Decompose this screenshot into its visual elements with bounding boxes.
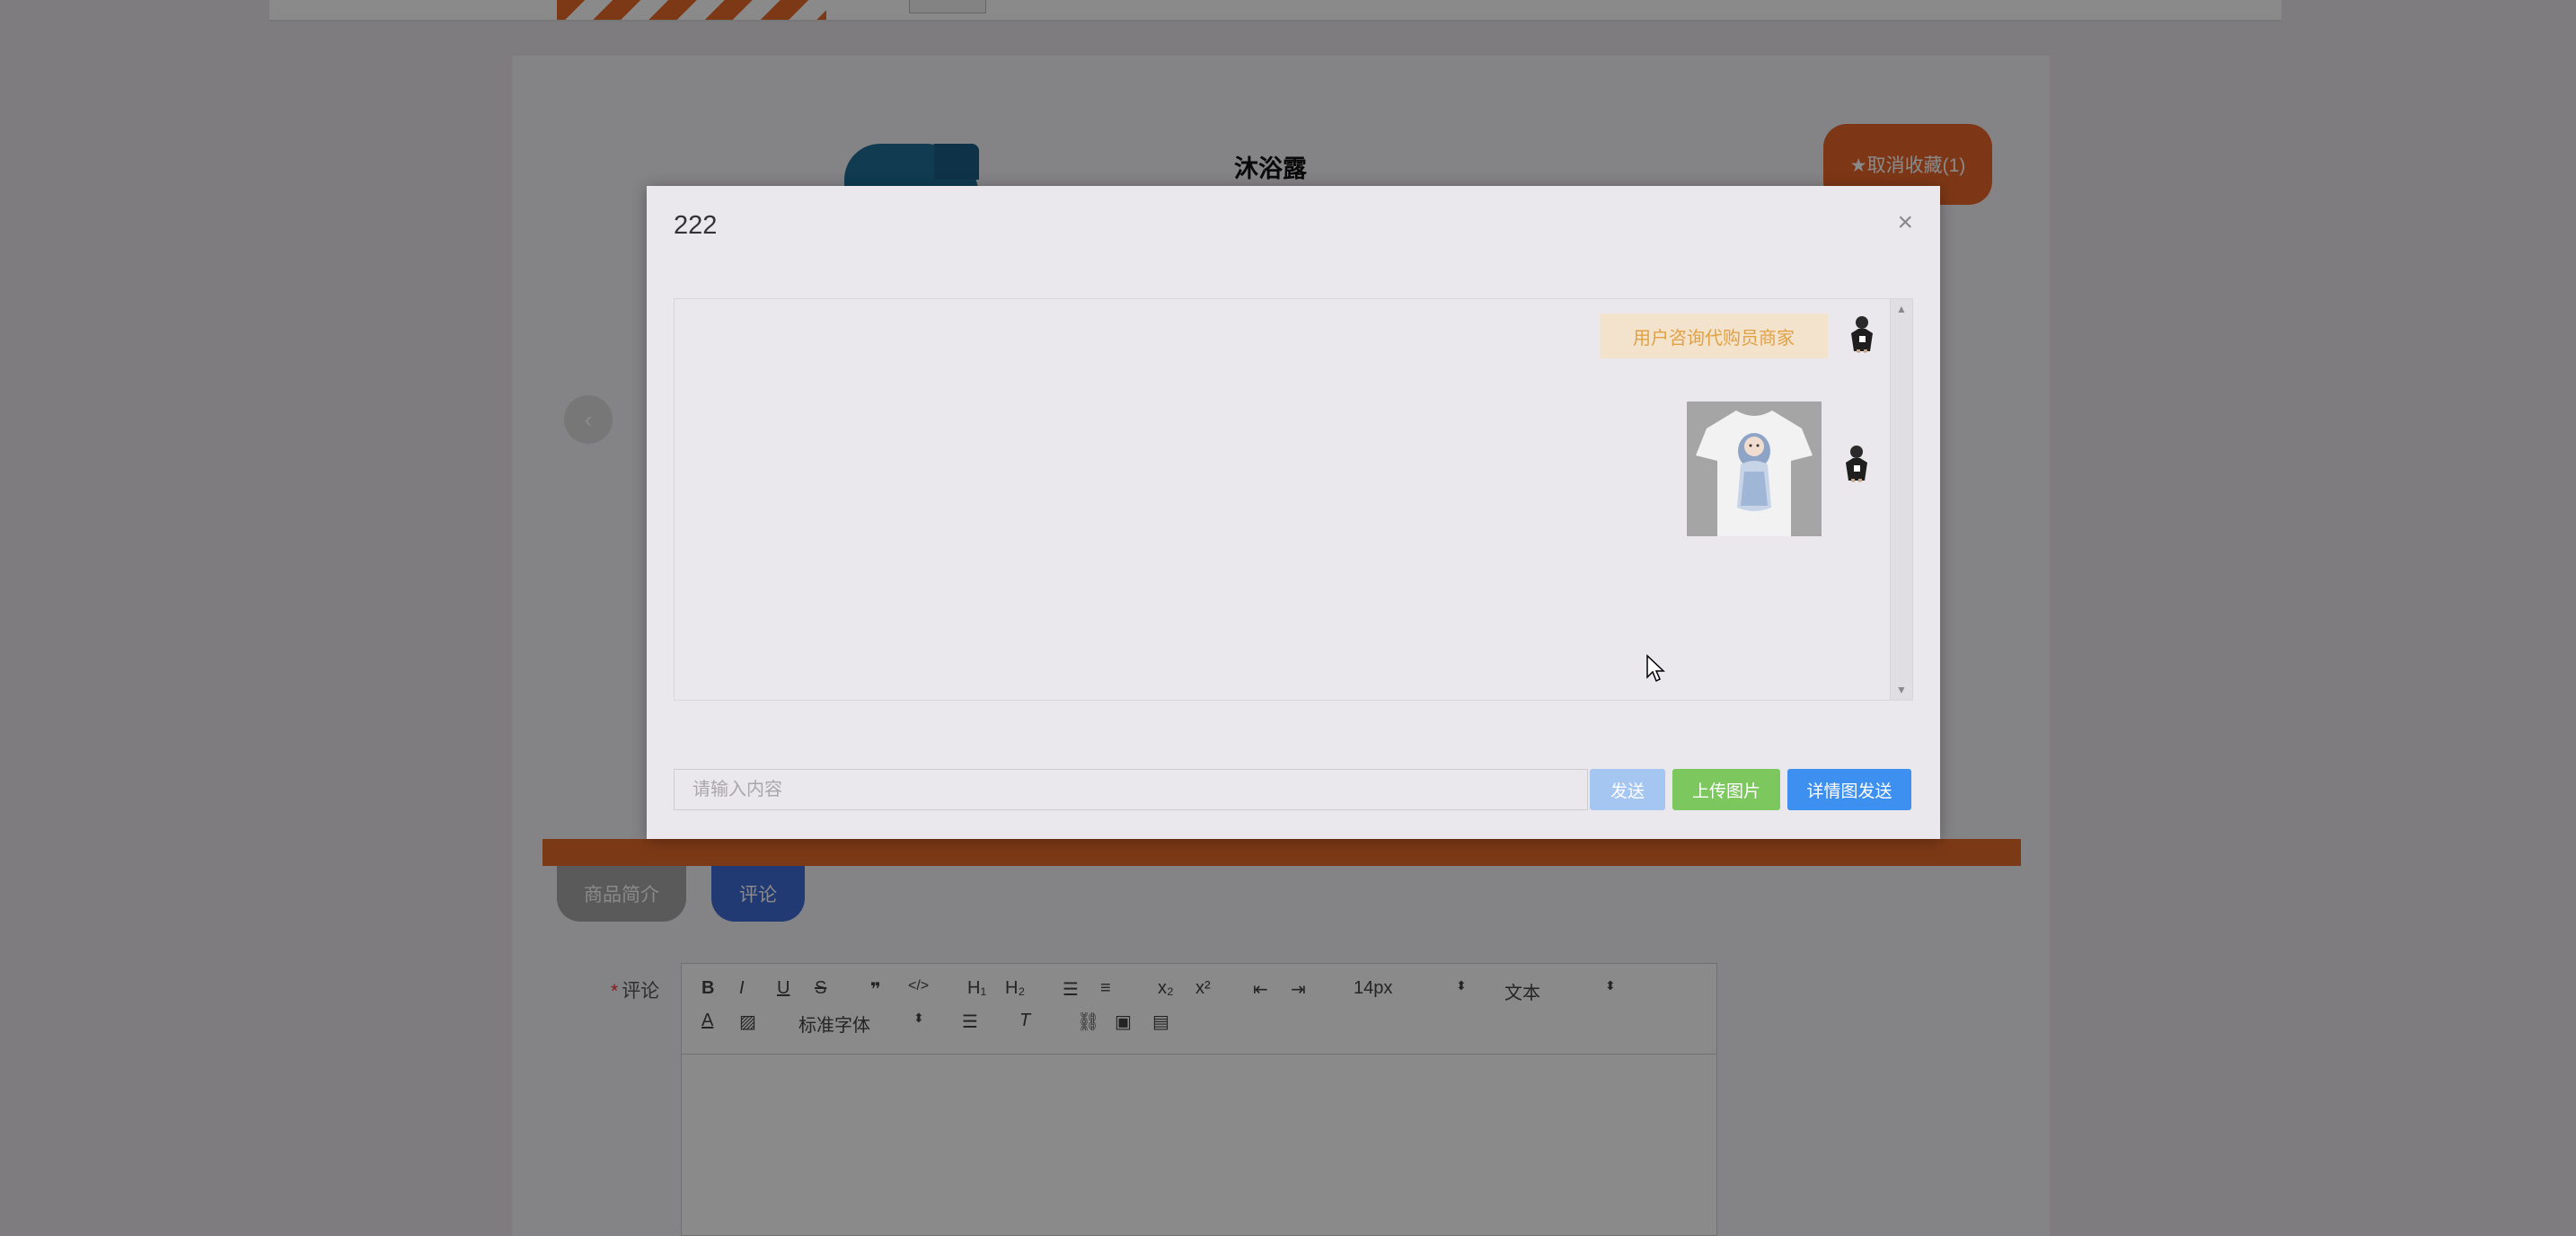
upload-image-button[interactable]: 上传图片 (1672, 769, 1780, 810)
dialog-title: 222 (674, 211, 718, 240)
close-icon[interactable]: × (1897, 207, 1913, 238)
send-detail-image-button[interactable]: 详情图发送 (1787, 769, 1911, 810)
chat-message-area[interactable]: 用户咨询代购员商家 ▲ ▼ (674, 298, 1913, 701)
user-avatar (1837, 443, 1876, 482)
t-shirt-photo (1687, 402, 1822, 536)
chat-scrollbar[interactable]: ▲ ▼ (1890, 299, 1912, 700)
chat-message-input[interactable] (674, 769, 1588, 810)
chat-input-row: 发送 上传图片 详情图发送 (674, 769, 1913, 810)
chat-message-text: 用户咨询代购员商家 (1600, 313, 1828, 358)
avatar-image (1846, 446, 1867, 482)
chat-message-image[interactable] (1687, 402, 1822, 536)
chat-dialog: 222 × 用户咨询代购员商家 ▲ ▼ 请输入内容 发送 上传图片 详情图发送 (647, 186, 1940, 839)
send-button[interactable]: 发送 (1590, 769, 1665, 810)
scroll-down-icon[interactable]: ▼ (1891, 684, 1912, 696)
mouse-cursor-icon (1645, 654, 1665, 687)
user-avatar (1842, 313, 1882, 353)
scroll-up-icon[interactable]: ▲ (1891, 303, 1912, 315)
avatar-image (1851, 316, 1873, 353)
